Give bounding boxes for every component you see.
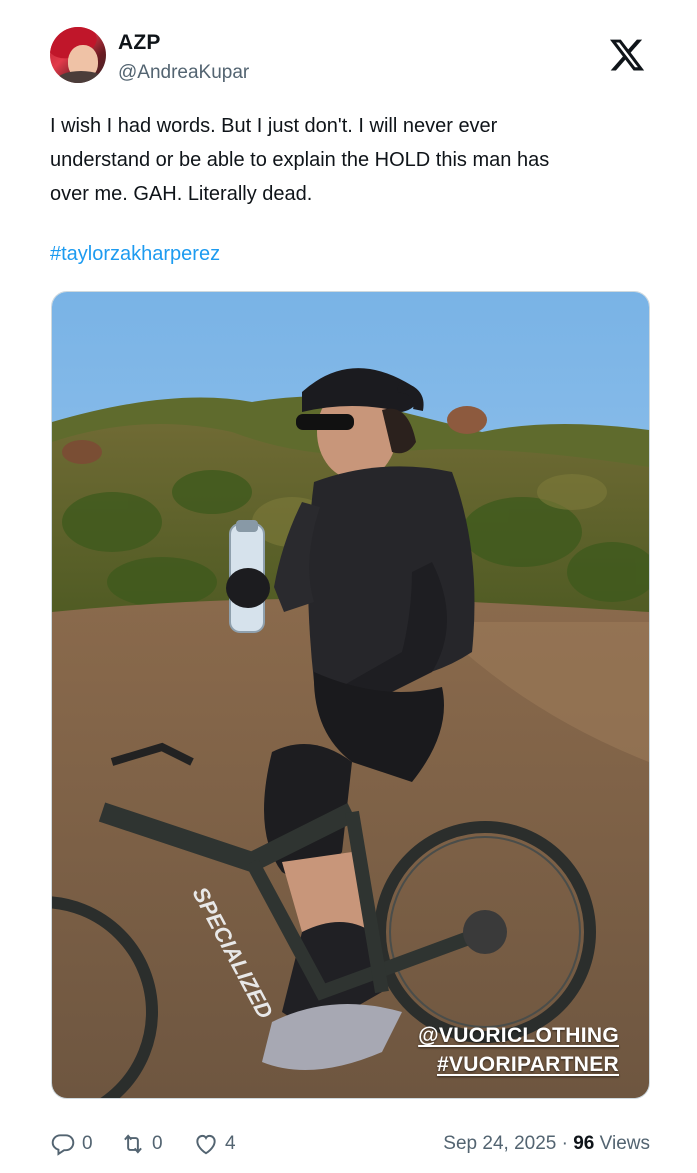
tweet-date[interactable]: Sep 24, 2025 [443, 1133, 556, 1154]
photo-man-on-mountain-bike-icon: SPECIALIZED [52, 292, 649, 1098]
like-count: 4 [225, 1133, 236, 1154]
like-button[interactable]: 4 [193, 1128, 236, 1160]
tweet-photo[interactable]: SPECIALIZED @VUORICLOTHING #VUORIPARTNER [51, 291, 650, 1099]
photo-overlay-line2: #VUORIPARTNER [436, 1053, 619, 1076]
author-display-name[interactable]: AZP [118, 31, 161, 55]
hashtag-link[interactable]: #taylorzakharperez [50, 243, 220, 266]
retweet-count: 0 [152, 1133, 163, 1154]
author-handle[interactable]: @AndreaKupar [118, 62, 249, 84]
photo-overlay-line1: @VUORICLOTHING [418, 1024, 619, 1047]
tweet-footer: 0 0 4 Sep 24, 2025 · 96 Views [50, 1128, 650, 1162]
tweet-meta: Sep 24, 2025 · 96 Views [443, 1133, 650, 1155]
reply-button[interactable]: 0 [50, 1128, 93, 1160]
views-count: 96 [573, 1133, 595, 1154]
reply-count: 0 [82, 1133, 93, 1154]
retweet-button[interactable]: 0 [120, 1128, 163, 1160]
avatar[interactable] [50, 27, 106, 83]
heart-icon [196, 1134, 216, 1155]
x-logo-icon[interactable] [607, 36, 647, 74]
tweet-card: AZP @AndreaKupar I wish I had words. But… [0, 0, 697, 1173]
views-label: Views [594, 1133, 650, 1154]
retweet-icon [124, 1134, 142, 1154]
meta-separator: · [556, 1133, 574, 1154]
reply-icon [51, 1134, 75, 1156]
tweet-text: I wish I had words. But I just don't. I … [50, 115, 550, 205]
